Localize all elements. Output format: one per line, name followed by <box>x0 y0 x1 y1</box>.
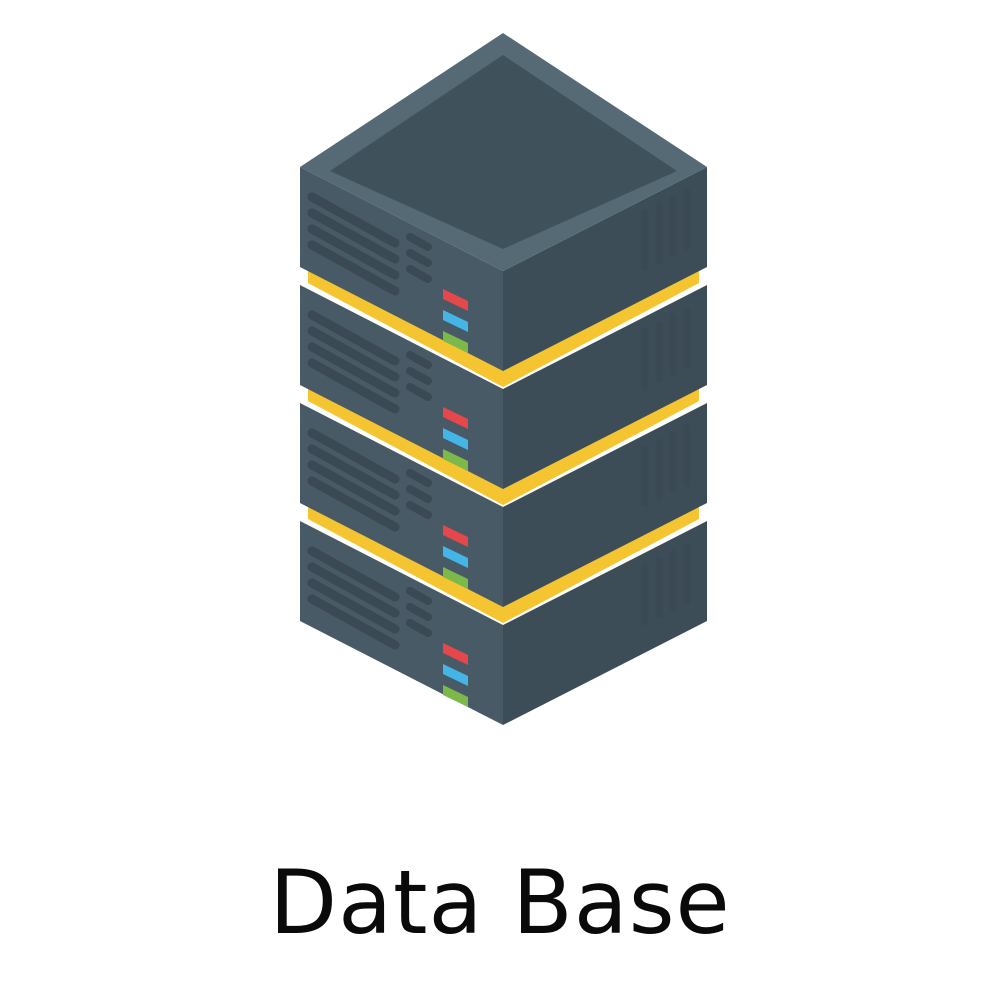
caption-text: Data Base <box>269 851 731 954</box>
page: Data Base <box>0 0 1000 996</box>
database-server-stack-icon <box>300 33 707 725</box>
